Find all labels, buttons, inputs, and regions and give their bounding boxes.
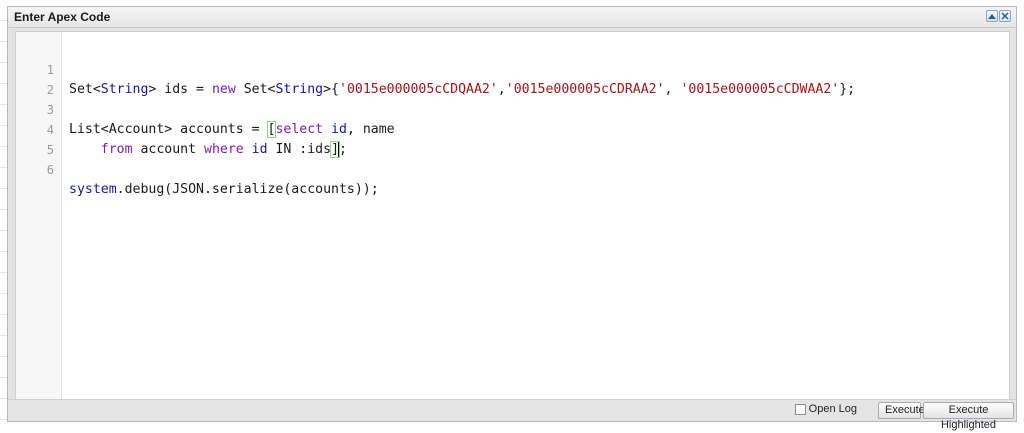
apex-code-panel: Enter Apex Code 1 Set<String> ids = new … xyxy=(7,6,1017,431)
code-line-5[interactable]: 5 xyxy=(16,120,1009,157)
code-editor[interactable]: 1 Set<String> ids = new Set<String>{'001… xyxy=(15,31,1010,402)
code-line-2[interactable]: 2 xyxy=(16,60,1009,97)
panel-footer: Open Log Execute Execute Highlighted xyxy=(8,399,1016,431)
open-log-option[interactable]: Open Log xyxy=(794,403,857,415)
code-token: .debug(JSON.serialize(accounts)); xyxy=(116,182,379,197)
code-line-1[interactable]: 1 Set<String> ids = new Set<String>{'001… xyxy=(16,40,1009,97)
panel-title: Enter Apex Code xyxy=(14,10,111,24)
execute-highlighted-button[interactable]: Execute Highlighted xyxy=(923,402,1014,431)
open-log-label: Open Log xyxy=(808,403,857,415)
execute-button[interactable]: Execute xyxy=(878,402,925,419)
panel-tools xyxy=(986,10,1011,22)
code-line-4[interactable]: 4 from account where id IN :ids]; xyxy=(16,100,1009,158)
open-log-checkbox[interactable] xyxy=(794,403,806,415)
code-line-6[interactable]: 6 system.debug(JSON.serialize(accounts))… xyxy=(16,140,1009,197)
panel-header: Enter Apex Code xyxy=(8,7,1016,28)
code-line-3[interactable]: 3 List<Account> accounts = [select id, n… xyxy=(16,80,1009,138)
line-number: 6 xyxy=(46,163,54,177)
collapse-up-icon[interactable] xyxy=(986,10,998,22)
close-icon[interactable] xyxy=(999,10,1011,22)
code-token: system xyxy=(69,182,117,197)
